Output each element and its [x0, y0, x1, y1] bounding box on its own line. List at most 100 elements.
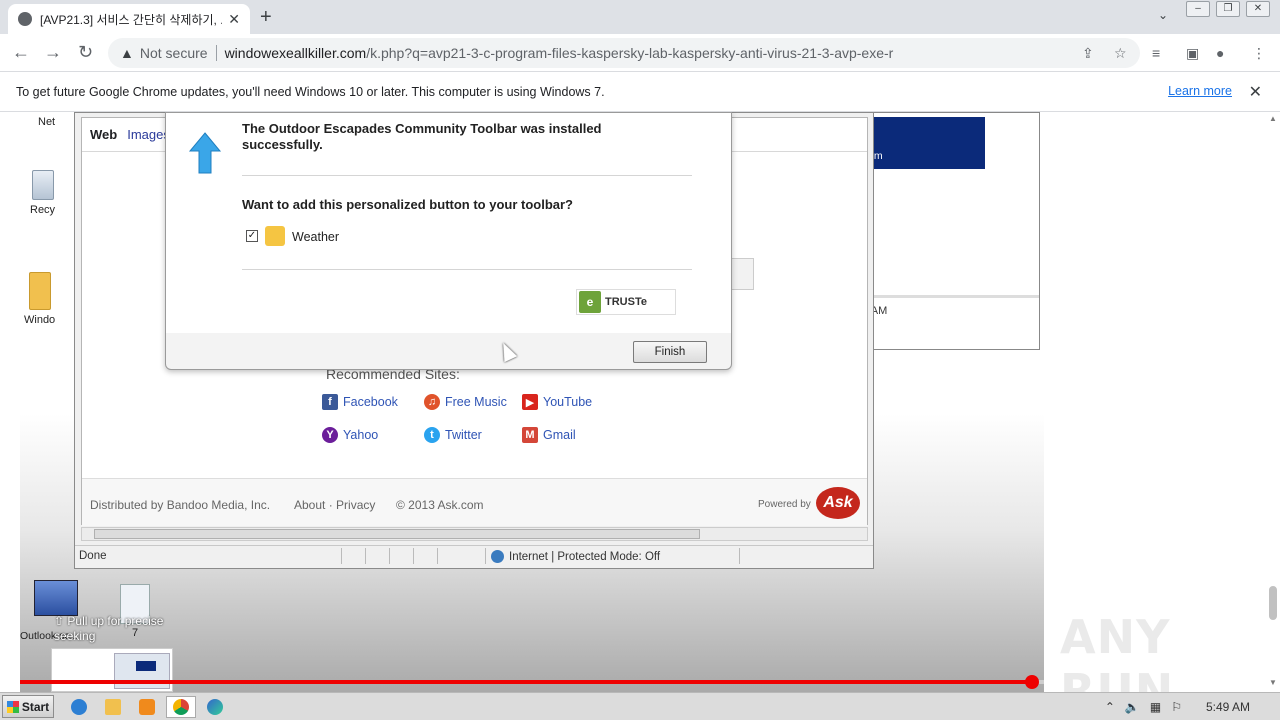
facebook-icon: f [322, 394, 338, 410]
tab-images[interactable]: Images [127, 127, 170, 142]
page-content: Net Recy Windo r r r.com r :08 AM Web [0, 112, 1280, 692]
ask-footer: Distributed by Bandoo Media, Inc. About … [82, 478, 867, 526]
tab-title: [AVP21.3] 서비스 간단히 삭제하기, ... [40, 12, 223, 27]
truste-seal: e TRUSTe [576, 289, 676, 315]
finish-button[interactable]: Finish [633, 341, 707, 363]
powered-by-text: Powered by [758, 499, 811, 510]
url-path: /k.php?q=avp21-3-c-program-files-kaspers… [366, 45, 894, 61]
volume-icon[interactable]: 🔈 [1125, 700, 1140, 714]
taskbar-ie[interactable] [64, 696, 94, 718]
show-hidden-icons-icon[interactable]: ⌃ [1105, 700, 1115, 714]
windows-logo-icon [6, 700, 19, 713]
bookmark-star-icon[interactable]: ☆ [1114, 45, 1127, 62]
progress-knob[interactable] [1024, 675, 1039, 689]
new-tab-button[interactable]: + [260, 6, 272, 29]
reading-list-icon[interactable]: ≡ [1152, 45, 1160, 61]
install-message: The Outdoor Escapades Community Toolbar … [242, 121, 602, 152]
scroll-down-icon[interactable]: ▼ [1269, 678, 1277, 687]
tab-search-icon[interactable]: ⌄ [1158, 8, 1168, 22]
close-tab-icon[interactable]: ✕ [228, 11, 240, 28]
youtube-icon: ▶ [522, 394, 538, 410]
profile-icon[interactable]: ● [1216, 45, 1224, 61]
tab-strip: [AVP21.3] 서비스 간단히 삭제하기, ... ✕ + ⌄ – ❐ ✕ [0, 0, 1280, 34]
seek-hint: ⇧ Pull up for precise seeking [54, 614, 164, 643]
up-arrow-icon [188, 132, 222, 174]
desktop-icon-label: Windo [24, 314, 56, 326]
site-label: Free Music [445, 395, 507, 409]
tab-web[interactable]: Web [90, 127, 117, 142]
close-window-button[interactable]: ✕ [1246, 1, 1270, 17]
forward-button[interactable]: → [44, 42, 62, 63]
site-youtube[interactable]: ▶ YouTube [522, 394, 592, 410]
progress-fill [20, 680, 1032, 684]
weather-label: Weather [292, 230, 340, 244]
url-domain: windowexeallkiller.com [224, 45, 367, 61]
network-icon[interactable]: Net [38, 116, 55, 128]
action-center-flag-icon[interactable]: ⚐ [1171, 700, 1182, 714]
address-bar[interactable]: ▲ Not secure windowexeallkiller.com/k.ph… [108, 38, 1140, 68]
anyrun-watermark: ANY RUN [1060, 610, 1175, 692]
weather-checkbox[interactable]: ✓ [246, 230, 258, 242]
site-free-music[interactable]: ♫ Free Music [424, 394, 507, 410]
horizontal-scrollbar[interactable] [81, 527, 868, 541]
banner-line: r.com [857, 149, 981, 163]
update-infobar: To get future Google Chrome updates, you… [0, 72, 1280, 112]
window-controls: – ❐ ✕ [1186, 0, 1270, 18]
video-progress-bar[interactable] [20, 675, 1044, 689]
page-scrollbar[interactable]: ▲ ▼ [1266, 112, 1280, 692]
side-panel-icon[interactable]: ▣ [1186, 45, 1199, 62]
globe-icon [18, 12, 32, 26]
twitter-icon: t [424, 427, 440, 443]
scrollbar-thumb[interactable] [94, 529, 700, 539]
truste-icon: e [579, 291, 601, 313]
scroll-up-icon[interactable]: ▲ [1269, 114, 1277, 123]
security-label[interactable]: Not secure [140, 45, 208, 61]
back-button[interactable]: ← [12, 42, 30, 63]
folder-icon [105, 699, 121, 715]
close-infobar-icon[interactable]: ✕ [1249, 82, 1262, 102]
taskbar-chrome[interactable] [166, 696, 196, 718]
site-label: Yahoo [343, 428, 379, 442]
status-divider [389, 548, 390, 564]
status-divider [365, 548, 366, 564]
browser-tab[interactable]: [AVP21.3] 서비스 간단히 삭제하기, ... ✕ [8, 4, 250, 34]
page-scrollbar-thumb[interactable] [1269, 586, 1277, 620]
about-privacy-link[interactable]: About · Privacy [294, 498, 375, 512]
divider [853, 295, 1039, 298]
video-frame[interactable]: Net Recy Windo r r r.com r :08 AM Web [20, 112, 1173, 692]
background-window: r r r.com r :08 AM [852, 112, 1040, 350]
share-icon[interactable]: ⇪ [1082, 45, 1094, 62]
site-gmail[interactable]: M Gmail [522, 427, 576, 443]
chrome-icon [173, 699, 189, 715]
seek-preview-thumbnail [51, 648, 173, 692]
shortcut-icon[interactable] [34, 580, 78, 618]
weather-icon [265, 226, 285, 246]
banner-line: r [857, 121, 981, 135]
taskbar-media[interactable] [132, 696, 162, 718]
site-facebook[interactable]: f Facebook [322, 394, 398, 410]
copyright-text: © 2013 Ask.com [396, 498, 484, 512]
start-button[interactable]: Start [2, 695, 54, 718]
site-yahoo[interactable]: Y Yahoo [322, 427, 378, 443]
taskbar-edge[interactable] [200, 696, 230, 718]
clock[interactable]: 5:49 AM [1206, 700, 1250, 714]
browser-toolbar: ← → ↻ ▲ Not secure windowexeallkiller.co… [0, 34, 1280, 72]
recycle-bin-icon[interactable]: Recy [30, 170, 55, 216]
site-label: YouTube [543, 395, 593, 409]
menu-icon[interactable]: ⋮ [1252, 45, 1266, 62]
restore-button[interactable]: ❐ [1216, 1, 1240, 17]
gmail-icon: M [522, 427, 538, 443]
taskbar-explorer[interactable] [98, 696, 128, 718]
folder-icon[interactable]: Windo [24, 272, 55, 326]
banner-line: r [857, 135, 981, 149]
minimize-button[interactable]: – [1186, 1, 1210, 17]
status-done: Done [79, 550, 107, 562]
security-zone[interactable]: Internet | Protected Mode: Off [491, 550, 660, 563]
site-twitter[interactable]: t Twitter [424, 427, 482, 443]
divider [215, 45, 217, 61]
reload-button[interactable]: ↻ [78, 42, 93, 63]
site-label: Twitter [445, 428, 482, 442]
learn-more-link[interactable]: Learn more [1168, 84, 1232, 98]
network-icon[interactable]: ▦ [1150, 700, 1161, 714]
url-text[interactable]: windowexeallkiller.com/k.php?q=avp21-3-c… [225, 45, 894, 61]
